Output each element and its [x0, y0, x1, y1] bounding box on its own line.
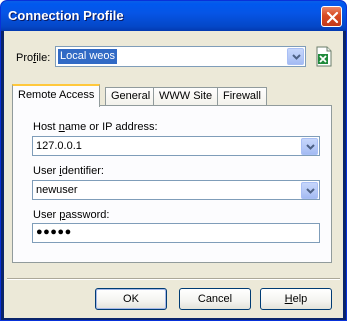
profile-label: Profile:: [16, 52, 51, 64]
user-identifier-value: newuser: [36, 184, 78, 196]
tab-remote-access[interactable]: Remote Access: [12, 84, 101, 107]
window-title: Connection Profile: [8, 8, 124, 23]
close-button[interactable]: [321, 6, 342, 27]
excel-export-icon: [316, 46, 332, 67]
host-select[interactable]: 127.0.0.1: [32, 136, 320, 156]
connection-profile-dialog: Connection Profile Profile: Local weos R…: [0, 0, 347, 321]
title-bar[interactable]: Connection Profile: [1, 1, 346, 31]
user-password-label: User password:: [33, 209, 110, 221]
tab-www-site[interactable]: WWW Site: [153, 87, 219, 106]
button-separator: [7, 278, 340, 280]
user-identifier-label: User identifier:: [33, 165, 104, 177]
host-dropdown-button[interactable]: [301, 138, 318, 155]
host-label: Host name or IP address:: [33, 121, 158, 133]
profile-select[interactable]: Local weos: [55, 46, 306, 67]
profile-dropdown-button[interactable]: [287, 48, 304, 65]
help-button[interactable]: Help: [260, 288, 332, 310]
cancel-button[interactable]: Cancel: [179, 288, 251, 310]
user-password-field[interactable]: ●●●●●: [32, 223, 320, 243]
chevron-down-icon: [306, 188, 315, 194]
user-password-masked-value: ●●●●●: [36, 226, 72, 238]
tab-firewall[interactable]: Firewall: [217, 87, 267, 106]
chevron-down-icon: [292, 54, 301, 60]
export-excel-button[interactable]: [314, 46, 334, 68]
chevron-down-icon: [306, 144, 315, 150]
tab-general[interactable]: General: [105, 87, 157, 106]
remote-access-panel: Host name or IP address: 127.0.0.1 User …: [12, 105, 332, 263]
close-icon: [326, 11, 339, 24]
ok-button[interactable]: OK: [95, 288, 167, 310]
user-identifier-dropdown-button[interactable]: [301, 182, 318, 199]
tab-strip: Remote Access General WWW Site Firewall: [12, 84, 342, 107]
user-identifier-select[interactable]: newuser: [32, 180, 320, 200]
profile-selected-value: Local weos: [58, 49, 118, 64]
dialog-body: Profile: Local weos Remote Access Genera…: [4, 31, 343, 318]
host-value: 127.0.0.1: [36, 140, 82, 152]
